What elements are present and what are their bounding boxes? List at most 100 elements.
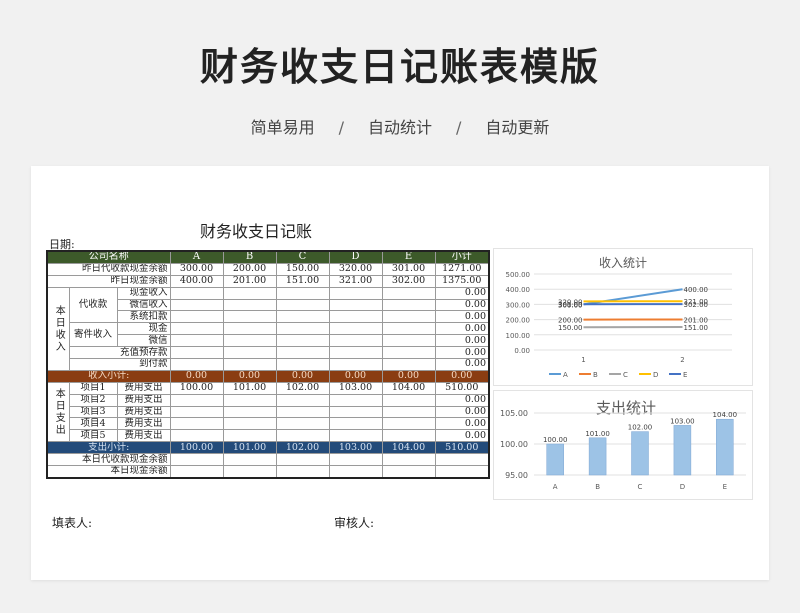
- cell[interactable]: [381, 346, 436, 360]
- cell[interactable]: [275, 322, 330, 336]
- row-label[interactable]: 本日现金余额: [46, 465, 171, 479]
- cell[interactable]: [222, 393, 277, 407]
- cell[interactable]: [381, 417, 436, 431]
- cell[interactable]: [275, 417, 330, 431]
- cell[interactable]: 103.00: [328, 381, 383, 395]
- cell[interactable]: 400.00: [169, 274, 224, 288]
- cell[interactable]: 200.00: [222, 262, 277, 276]
- cell[interactable]: [169, 429, 224, 443]
- cell[interactable]: 104.00: [381, 381, 436, 395]
- cell[interactable]: [169, 393, 224, 407]
- cell[interactable]: [328, 310, 383, 324]
- cell[interactable]: 1375.00: [434, 274, 490, 288]
- cell[interactable]: [275, 358, 330, 371]
- row-label[interactable]: 昨日现金余额: [46, 274, 171, 288]
- cell[interactable]: [328, 465, 383, 479]
- cell[interactable]: [381, 322, 436, 336]
- cell[interactable]: [275, 346, 330, 360]
- cell[interactable]: [381, 393, 436, 407]
- cell[interactable]: [275, 286, 330, 300]
- cell[interactable]: 0.00: [434, 286, 490, 300]
- cell[interactable]: [275, 393, 330, 407]
- cell[interactable]: 0.00: [434, 417, 490, 431]
- cell[interactable]: 301.00: [381, 262, 436, 276]
- cell[interactable]: [381, 405, 436, 419]
- cell[interactable]: 1271.00: [434, 262, 490, 276]
- cell[interactable]: 0.00: [434, 346, 490, 360]
- cell[interactable]: [275, 334, 330, 348]
- cell[interactable]: [222, 465, 277, 479]
- cell[interactable]: [222, 429, 277, 443]
- cell[interactable]: 0.00: [434, 405, 490, 419]
- row-label[interactable]: 费用支出: [116, 417, 171, 431]
- cell[interactable]: [381, 334, 436, 348]
- row-label[interactable]: 现金: [116, 322, 171, 336]
- cell[interactable]: [169, 286, 224, 300]
- cell[interactable]: [169, 346, 224, 360]
- cell[interactable]: [275, 453, 330, 467]
- cell[interactable]: 101.00: [222, 381, 277, 395]
- cell[interactable]: [222, 358, 277, 371]
- cell[interactable]: 0.00: [434, 298, 490, 312]
- cell[interactable]: [275, 310, 330, 324]
- cell[interactable]: [328, 405, 383, 419]
- row-label[interactable]: 项目4: [68, 417, 118, 431]
- cell[interactable]: [381, 465, 436, 479]
- cell[interactable]: 0.00: [434, 334, 490, 348]
- cell[interactable]: 100.00: [169, 381, 224, 395]
- cell[interactable]: [381, 298, 436, 312]
- cell[interactable]: [328, 298, 383, 312]
- cell[interactable]: [328, 346, 383, 360]
- cell[interactable]: [222, 310, 277, 324]
- cell[interactable]: [275, 429, 330, 443]
- row-label[interactable]: 项目2: [68, 393, 118, 407]
- cell[interactable]: [169, 310, 224, 324]
- cell[interactable]: [169, 358, 224, 371]
- cell[interactable]: [328, 393, 383, 407]
- cell[interactable]: 0.00: [434, 358, 490, 371]
- cell[interactable]: [169, 453, 224, 467]
- cell[interactable]: [328, 358, 383, 371]
- cell[interactable]: [328, 417, 383, 431]
- cell[interactable]: [328, 286, 383, 300]
- cell[interactable]: [169, 298, 224, 312]
- cell[interactable]: [169, 405, 224, 419]
- cell[interactable]: [222, 322, 277, 336]
- cell[interactable]: [169, 334, 224, 348]
- cell[interactable]: [434, 453, 490, 467]
- cell[interactable]: [275, 465, 330, 479]
- row-label[interactable]: 本日代收款现金余额: [46, 453, 171, 467]
- row-label[interactable]: 项目3: [68, 405, 118, 419]
- cell[interactable]: 150.00: [275, 262, 330, 276]
- cell[interactable]: 321.00: [328, 274, 383, 288]
- cell[interactable]: [222, 417, 277, 431]
- cell[interactable]: 300.00: [169, 262, 224, 276]
- cell[interactable]: [222, 286, 277, 300]
- cell[interactable]: [328, 453, 383, 467]
- cell[interactable]: [169, 465, 224, 479]
- row-label[interactable]: 项目5: [68, 429, 118, 443]
- row-label[interactable]: 充值预存款: [68, 346, 171, 360]
- cell[interactable]: [222, 334, 277, 348]
- row-label[interactable]: 微信收入: [116, 298, 171, 312]
- cell[interactable]: 0.00: [434, 310, 490, 324]
- cell[interactable]: [328, 429, 383, 443]
- cell[interactable]: [381, 310, 436, 324]
- row-label[interactable]: 费用支出: [116, 381, 171, 395]
- cell[interactable]: 151.00: [275, 274, 330, 288]
- cell[interactable]: [222, 298, 277, 312]
- row-label[interactable]: 微信: [116, 334, 171, 348]
- cell[interactable]: [169, 417, 224, 431]
- cell[interactable]: 0.00: [434, 322, 490, 336]
- cell[interactable]: [222, 453, 277, 467]
- cell[interactable]: [222, 346, 277, 360]
- cell[interactable]: 0.00: [434, 393, 490, 407]
- row-label[interactable]: 现金收入: [116, 286, 171, 300]
- cell[interactable]: [169, 322, 224, 336]
- row-label[interactable]: 昨日代收款现金余额: [46, 262, 171, 276]
- cell[interactable]: [275, 298, 330, 312]
- row-label[interactable]: 到付款: [68, 358, 171, 371]
- cell[interactable]: 201.00: [222, 274, 277, 288]
- cell[interactable]: [434, 465, 490, 479]
- cell[interactable]: [381, 358, 436, 371]
